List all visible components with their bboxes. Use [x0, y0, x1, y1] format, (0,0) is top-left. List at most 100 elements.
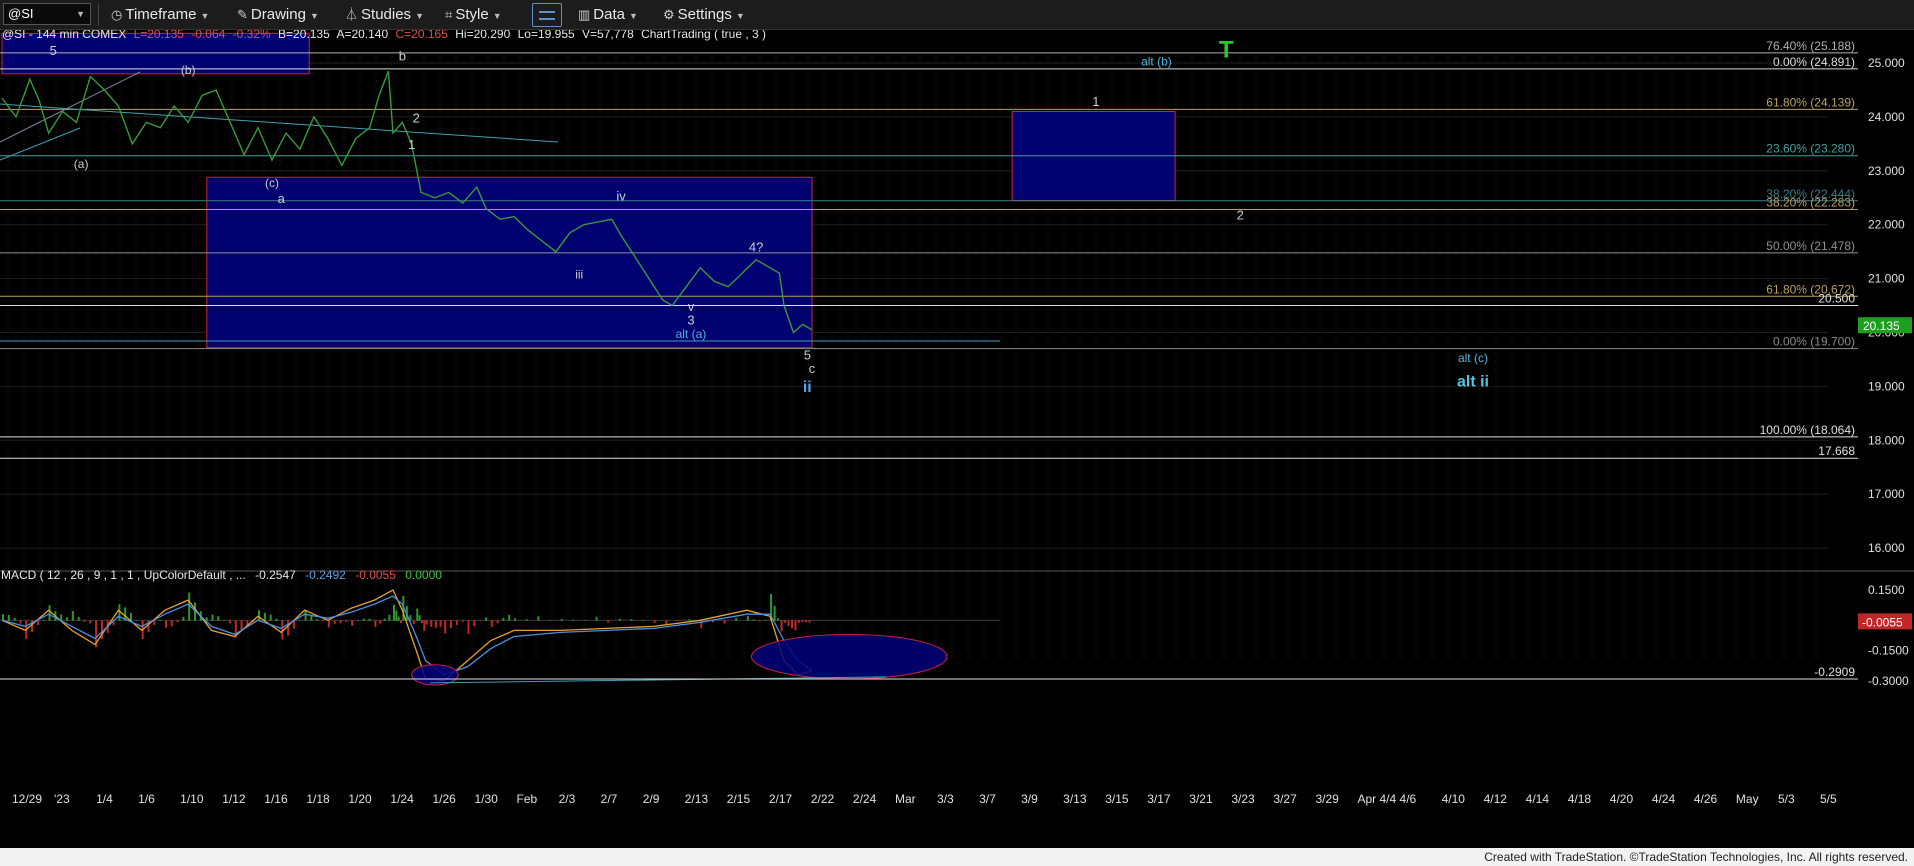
histogram-bar: [48, 605, 51, 621]
histogram-bar: [240, 620, 243, 631]
histogram-bar: [773, 605, 776, 621]
header-bid: B=20.135: [278, 30, 330, 41]
histogram-bar: [735, 617, 738, 621]
target-box[interactable]: [206, 176, 813, 349]
macd-value: -0.2547: [255, 568, 296, 582]
histogram-bar: [653, 620, 656, 623]
data-icon: ▥: [578, 7, 591, 22]
time-tick-label: May: [1736, 792, 1759, 806]
chevron-down-icon: ▼: [415, 11, 424, 21]
fib-label: 0.00% (24.891): [1773, 55, 1855, 69]
histogram-bar: [7, 614, 10, 621]
histogram-bar: [153, 620, 156, 626]
divergence-ellipse[interactable]: [750, 633, 948, 680]
histogram-bar: [420, 620, 423, 624]
histogram-bar: [583, 620, 586, 622]
time-tick-label: 4/14: [1526, 792, 1550, 806]
toolbar: @SI ▼ ◷ Timeframe ▼ ✎ Drawing ▼ ⏃ Studies ▼ ⌗ St…: [0, 0, 1914, 30]
histogram-bar: [356, 620, 359, 622]
macd-line: [1, 589, 813, 682]
wave-label: (b): [181, 63, 196, 77]
histogram-bar: [508, 614, 511, 621]
histogram-bar: [188, 592, 191, 621]
header-close: C=20.165: [396, 30, 449, 41]
header-symbol: @SI - 144 min COMEX: [2, 30, 126, 41]
gear-icon: ⚙: [663, 7, 675, 22]
histogram-bar: [13, 618, 16, 621]
time-tick-label: 2/15: [727, 792, 751, 806]
histogram-bar: [484, 617, 487, 621]
time-tick-label: Mar: [895, 792, 916, 806]
divergence-ellipse[interactable]: [411, 664, 459, 686]
histogram-bar: [263, 612, 266, 621]
time-tick-label: 3/21: [1189, 792, 1213, 806]
price-chart[interactable]: 76.40% (25.188) 0.00% (24.891) 61.80% (24.…: [0, 30, 1914, 848]
layout-icon: [539, 18, 555, 20]
wave-label: ii: [803, 379, 812, 396]
histogram-bar: [418, 615, 421, 621]
histogram-bar: [514, 618, 517, 621]
histogram-bar: [388, 614, 391, 621]
histogram-bar: [423, 620, 426, 631]
time-tick-label: 1/26: [432, 792, 456, 806]
price-tick-label: 24.000: [1868, 110, 1905, 124]
time-tick-label: 12/29: [12, 792, 42, 806]
time-tick-label: 1/4: [96, 792, 113, 806]
histogram-bar: [560, 619, 563, 621]
studies-menu[interactable]: ⏃ Studies ▼: [345, 5, 424, 25]
histogram-bar: [461, 620, 464, 622]
chevron-down-icon: ▼: [309, 11, 319, 21]
header-last: L=20.135: [134, 30, 185, 41]
wave-label: (c): [265, 176, 279, 190]
histogram-bar: [425, 620, 428, 625]
style-menu[interactable]: ⌗ Style ▼: [445, 5, 502, 25]
histogram-bar: [395, 610, 398, 621]
histogram-bar: [595, 616, 598, 621]
time-tick-label: 2/17: [769, 792, 793, 806]
time-tick-label: 1/12: [222, 792, 246, 806]
data-menu[interactable]: ▥ Data ▼: [578, 5, 638, 25]
fib-label: 0.00% (19.700): [1773, 335, 1855, 349]
settings-menu[interactable]: ⚙ Settings ▼: [663, 5, 745, 25]
wave-label: alt ii: [1457, 373, 1489, 390]
layout-toggle-button[interactable]: [532, 3, 562, 27]
histogram-bar: [89, 620, 92, 624]
price-tick-label: 19.000: [1868, 379, 1905, 393]
histogram-bar: [374, 620, 377, 627]
histogram-bar: [618, 618, 621, 621]
time-tick-label: 4/6: [1400, 792, 1417, 806]
symbol-input[interactable]: @SI ▼: [3, 3, 91, 25]
histogram-bar: [784, 620, 787, 623]
wave-label: 1: [1092, 94, 1099, 109]
time-tick-label: 1/6: [138, 792, 155, 806]
histogram-bar: [764, 620, 767, 621]
time-tick-label: 5/5: [1820, 792, 1837, 806]
drawing-menu[interactable]: ✎ Drawing ▼: [237, 5, 319, 25]
histogram-bar: [400, 620, 403, 624]
chevron-down-icon: ▼: [76, 9, 85, 19]
histogram-bar: [450, 620, 453, 629]
histogram-bar: [176, 620, 179, 623]
chevron-down-icon: ▼: [200, 11, 210, 21]
layout-icon: [539, 11, 555, 13]
histogram-bar: [383, 618, 386, 621]
histogram-bar: [416, 608, 419, 621]
histogram-bar: [368, 618, 371, 621]
time-tick-label: 3/3: [937, 792, 954, 806]
chevron-down-icon: ▼: [492, 11, 502, 21]
histogram-bar: [304, 610, 307, 621]
histogram-bar: [393, 604, 396, 621]
histogram-bar: [502, 618, 505, 621]
time-tick-label: 1/18: [306, 792, 330, 806]
time-tick-label: 4/12: [1484, 792, 1508, 806]
time-axis: 12/29 '23 1/4 1/6 1/10 1/12 1/16 1/18 1/20 1/24 1/…: [12, 792, 1837, 806]
wave-label: (a): [74, 157, 89, 171]
wave-label: 2: [413, 110, 420, 125]
wave-label: 1: [408, 137, 415, 152]
wave-label: iv: [616, 188, 626, 203]
timeframe-menu[interactable]: ◷ Timeframe ▼: [111, 5, 209, 25]
divergence-trendline[interactable]: [430, 676, 887, 684]
histogram-bar: [182, 617, 185, 621]
histogram-bar: [379, 620, 382, 624]
histogram-bar: [630, 619, 633, 621]
